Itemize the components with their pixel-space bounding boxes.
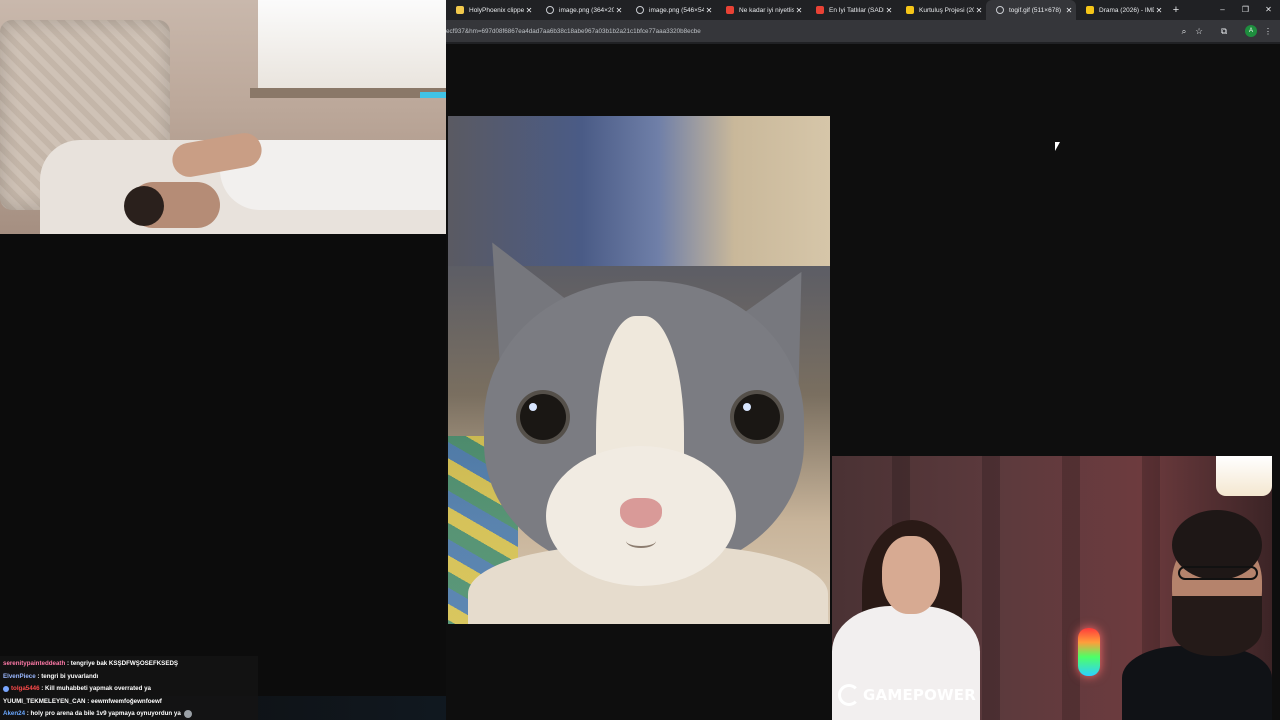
- streamer-webcam-right: GAMEPOWER: [832, 456, 1272, 720]
- close-tab-icon[interactable]: ✕: [1064, 6, 1074, 15]
- cat-right-eye: [734, 394, 780, 440]
- address-bar-url[interactable]: ecf937&hm=697d08f6867ea4dad7aa6b38c18abe…: [446, 25, 1176, 39]
- restore-button[interactable]: ❐: [1234, 0, 1257, 20]
- chat-text: : tengriye bak KSŞDFWŞOSEFKSEDŞ: [66, 660, 179, 667]
- rgb-microphone: [1078, 628, 1100, 676]
- led-light: [420, 92, 446, 98]
- chat-message: YUUMI_TEKMELEYEN_CAN : eewmfwemfoğewnfoe…: [3, 696, 162, 708]
- extensions-icon[interactable]: ⧉: [1218, 25, 1230, 37]
- streamer-webcam-left: [0, 0, 446, 234]
- cat-nose: [620, 498, 662, 528]
- close-tab-icon[interactable]: ✕: [974, 6, 984, 15]
- close-tab-icon[interactable]: ✕: [1154, 6, 1164, 15]
- bookmark-star-icon[interactable]: ☆: [1193, 25, 1205, 37]
- tab-label: image.png (364×20: [559, 6, 614, 14]
- gamepower-logo-icon: [838, 684, 860, 706]
- browser-tab[interactable]: HolyPhoenix clipper ✕: [446, 0, 536, 20]
- tab-label: Drama (2026) - IMD: [1099, 6, 1154, 14]
- woman-face: [882, 536, 940, 614]
- man-beard: [1172, 596, 1262, 656]
- globe-icon: [996, 6, 1004, 14]
- close-window-button[interactable]: ✕: [1257, 0, 1280, 20]
- window-controls: – ❐ ✕: [1211, 0, 1280, 20]
- man-body: [1122, 646, 1272, 720]
- tab-label: togif.gif (511×678): [1009, 6, 1062, 14]
- zoom-icon[interactable]: ⌕: [1178, 25, 1190, 37]
- close-tab-icon[interactable]: ✕: [884, 6, 894, 15]
- tab-label: Kurtuluş Projesi (20: [919, 6, 974, 14]
- chat-text: : tengri bi yuvarlandı: [37, 672, 99, 680]
- curtain-fold: [982, 456, 1000, 720]
- chat-text: : holy pro arena da bile 1v9 yapmaya oyn…: [26, 710, 181, 718]
- close-tab-icon[interactable]: ✕: [524, 6, 534, 15]
- chat-username[interactable]: tolga5446: [11, 685, 40, 692]
- site-favicon-icon: [816, 6, 824, 14]
- browser-tab[interactable]: image.png (546×54 ✕: [626, 0, 716, 20]
- gamepower-logo-text: GAMEPOWER: [863, 686, 976, 704]
- browser-menu-icon[interactable]: ⋮: [1262, 25, 1274, 37]
- chat-message: Aken24 : holy pro arena da bile 1v9 yapm…: [3, 708, 192, 720]
- chat-message: ElvenPiece : tengri bi yuvarlandı: [3, 671, 98, 683]
- browser-tab[interactable]: Ne kadar iyi niyetlis ✕: [716, 0, 806, 20]
- tab-label: HolyPhoenix clipper: [469, 6, 524, 14]
- lamp-light: [1216, 456, 1272, 496]
- tab-label: Ne kadar iyi niyetlis: [739, 6, 794, 14]
- chat-message: tolga5446 : Kill muhabbeti yapmak overra…: [3, 683, 151, 695]
- new-tab-button[interactable]: +: [1168, 4, 1184, 16]
- man-glasses: [1178, 566, 1258, 580]
- close-tab-icon[interactable]: ✕: [704, 6, 714, 15]
- close-tab-icon[interactable]: ✕: [614, 6, 624, 15]
- chat-text: : Kill muhabbeti yapmak overrated ya: [41, 685, 151, 693]
- browser-window: HolyPhoenix clipper ✕ image.png (364×20 ✕ im…: [446, 0, 1280, 44]
- curtain-fold: [1062, 456, 1080, 720]
- window-light: [258, 0, 446, 90]
- chat-username[interactable]: serenitypainteddeath: [3, 660, 65, 667]
- chat-text: : eewmfwemfoğewnfoewf: [87, 697, 162, 705]
- close-tab-icon[interactable]: ✕: [794, 6, 804, 15]
- tab-strip: HolyPhoenix clipper ✕ image.png (364×20 ✕ im…: [446, 0, 1280, 20]
- tab-label: En İyi Tatlılar (SADE: [829, 6, 884, 14]
- address-toolbar: ecf937&hm=697d08f6867ea4dad7aa6b38c18abe…: [446, 20, 1280, 42]
- person-hair: [124, 186, 164, 226]
- browser-tab[interactable]: Kurtuluş Projesi (20 ✕: [896, 0, 986, 20]
- profile-avatar[interactable]: A: [1245, 25, 1257, 37]
- cat-mouth: [626, 534, 656, 548]
- site-favicon-icon: [1086, 6, 1094, 14]
- site-favicon-icon: [906, 6, 914, 14]
- globe-icon: [546, 6, 554, 14]
- chat-username[interactable]: YUUMI_TEKMELEYEN_CAN: [3, 698, 86, 705]
- browser-tab[interactable]: En İyi Tatlılar (SADE ✕: [806, 0, 896, 20]
- site-favicon-icon: [726, 6, 734, 14]
- chat-username[interactable]: ElvenPiece: [3, 673, 36, 680]
- chat-emote-icon: [183, 709, 192, 718]
- globe-icon: [636, 6, 644, 14]
- browser-tab[interactable]: image.png (364×20 ✕: [536, 0, 626, 20]
- stream-chat: serenitypainteddeath : tengriye bak KSŞD…: [0, 656, 258, 720]
- minimize-button[interactable]: –: [1211, 0, 1234, 20]
- browser-tab[interactable]: Drama (2026) - IMD ✕: [1076, 0, 1166, 20]
- browser-tab[interactable]: togif.gif (511×678) ✕: [986, 0, 1076, 20]
- chat-message: serenitypainteddeath : tengriye bak KSŞD…: [3, 658, 178, 670]
- gamepower-logo: GAMEPOWER: [838, 684, 976, 706]
- chat-badge-icon: [3, 685, 9, 692]
- window-sill: [250, 88, 446, 98]
- cat-image[interactable]: [448, 116, 830, 624]
- chat-username[interactable]: Aken24: [3, 710, 25, 717]
- tab-label: image.png (546×54: [649, 6, 704, 14]
- cat-left-eye: [520, 394, 566, 440]
- mouse-cursor-icon: [1055, 142, 1060, 151]
- site-favicon-icon: [456, 6, 464, 14]
